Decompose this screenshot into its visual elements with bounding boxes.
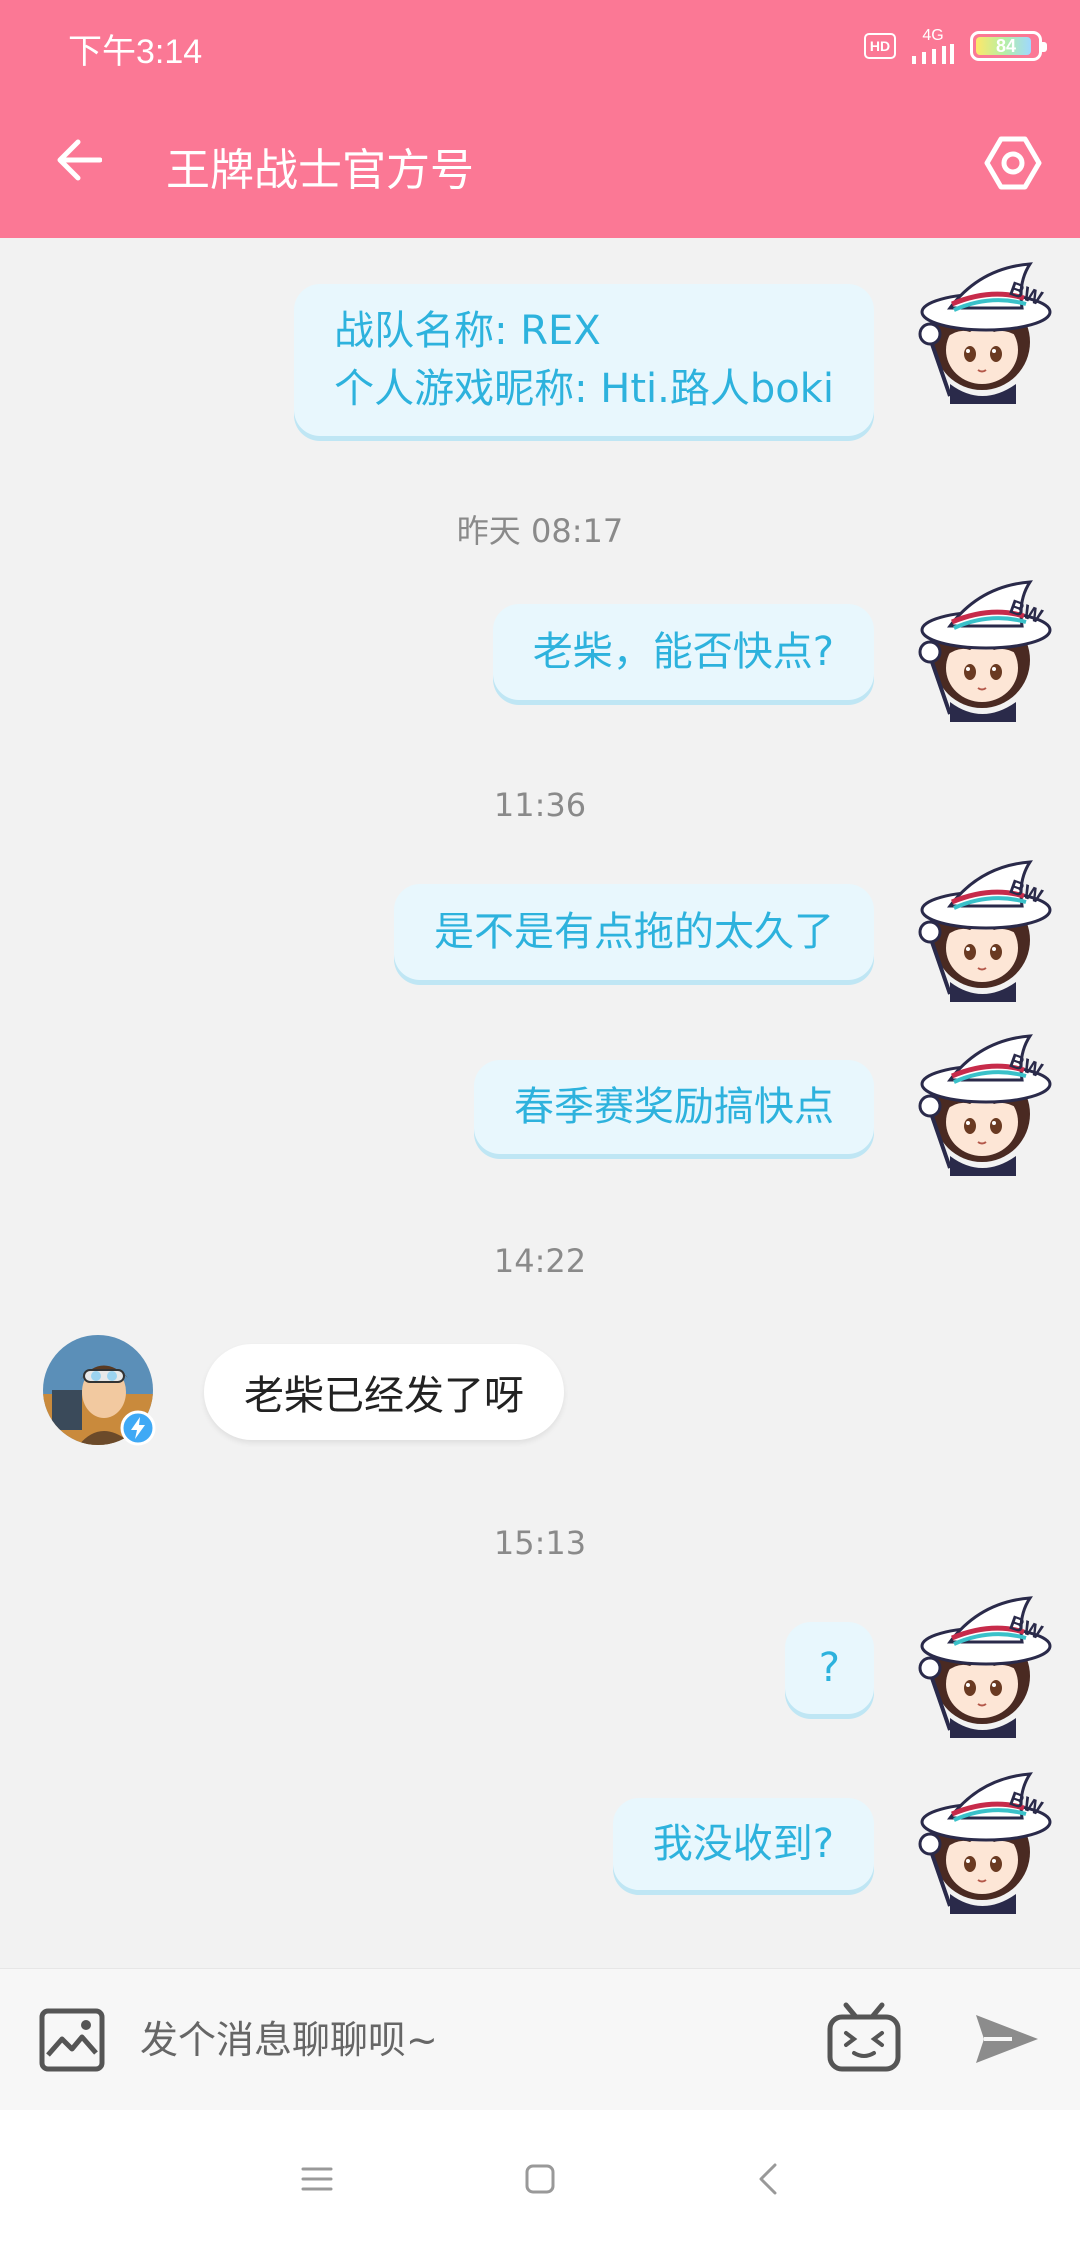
battery-icon: 84 xyxy=(970,31,1047,61)
message-bubble-outgoing[interactable]: 春季赛奖励搞快点 xyxy=(474,1060,874,1154)
arrow-left-icon xyxy=(57,139,102,181)
menu-lines-icon xyxy=(301,2167,333,2191)
message-bubble-outgoing[interactable]: 是不是有点拖的太久了 xyxy=(394,884,874,980)
header-bar: 下午3:14 HD 4G 84 王牌战士官方号 xyxy=(0,0,1080,238)
tv-emoji-icon[interactable] xyxy=(826,1999,902,2075)
message-input[interactable] xyxy=(140,1999,780,2081)
message-text: 春季赛奖励搞快点 xyxy=(514,1084,834,1130)
message-input-bar xyxy=(0,1968,1080,2110)
message-text: 老柴，能否快点? xyxy=(532,629,834,675)
self-avatar[interactable]: BW xyxy=(910,576,1060,726)
chat-area[interactable]: 战队名称: REX 个人游戏昵称: Hti.路人boki BW 昨天 08:17… xyxy=(0,238,1080,1968)
self-avatar[interactable]: BW xyxy=(910,856,1060,1006)
verified-badge-icon xyxy=(120,1410,156,1446)
nav-back-button[interactable] xyxy=(742,2154,792,2204)
square-home-icon xyxy=(525,2164,555,2194)
hd-badge: HD xyxy=(864,33,896,59)
page-title: 王牌战士官方号 xyxy=(166,145,474,196)
message-bubble-outgoing[interactable]: 老柴，能否快点? xyxy=(492,604,874,700)
status-time: 下午3:14 xyxy=(68,33,203,71)
timestamp: 11:36 xyxy=(493,786,587,824)
self-avatar[interactable]: BW xyxy=(910,1030,1060,1180)
system-navigation-bar xyxy=(0,2110,1080,2244)
message-bubble-outgoing[interactable]: ? xyxy=(784,1622,874,1714)
status-indicators: HD 4G 84 xyxy=(864,28,1047,64)
message-text: 是不是有点拖的太久了 xyxy=(434,909,834,955)
hexagon-settings-icon xyxy=(984,136,1042,190)
official-avatar[interactable] xyxy=(42,1334,156,1446)
nav-home-button[interactable] xyxy=(515,2154,565,2204)
settings-button[interactable] xyxy=(980,130,1046,196)
timestamp: 昨天 08:17 xyxy=(456,512,624,550)
timestamp: 14:22 xyxy=(493,1242,587,1280)
image-icon[interactable] xyxy=(38,2007,106,2073)
send-icon[interactable] xyxy=(972,2009,1042,2069)
message-text: 个人游戏昵称: Hti.路人boki xyxy=(334,366,834,412)
chevron-left-icon xyxy=(759,2163,777,2195)
self-avatar[interactable]: BW xyxy=(910,1592,1060,1742)
message-bubble-outgoing[interactable]: 战队名称: REX 个人游戏昵称: Hti.路人boki xyxy=(294,284,874,436)
message-text: 战队名称: REX xyxy=(334,308,601,354)
message-text: 我没收到? xyxy=(652,1821,834,1867)
network-label: 4G xyxy=(922,27,944,44)
message-bubble-incoming[interactable]: 老柴已经发了呀 xyxy=(204,1344,564,1440)
message-bubble-outgoing[interactable]: 我没收到? xyxy=(612,1798,874,1890)
back-button[interactable] xyxy=(48,130,108,190)
battery-level: 84 xyxy=(995,35,1017,56)
timestamp: 15:13 xyxy=(493,1524,587,1562)
nav-menu-button[interactable] xyxy=(292,2154,342,2204)
message-text: ? xyxy=(818,1645,840,1691)
self-avatar[interactable]: BW xyxy=(910,258,1060,408)
message-text: 老柴已经发了呀 xyxy=(244,1373,524,1419)
signal-icon: 4G xyxy=(910,28,956,64)
self-avatar[interactable]: BW xyxy=(910,1768,1060,1918)
